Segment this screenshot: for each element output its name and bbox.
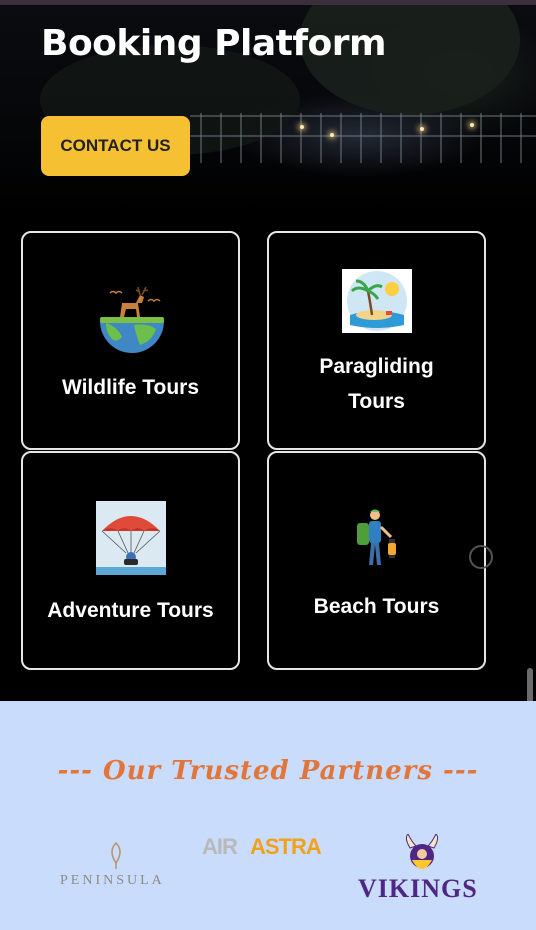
peninsula-emblem-icon	[111, 841, 121, 869]
partner-logo-text: PENINSULA	[60, 873, 165, 888]
fence	[190, 113, 536, 163]
deer-globe-icon	[96, 283, 168, 355]
cursor-indicator	[469, 545, 493, 569]
card-beach-tours[interactable]: Beach Tours	[267, 451, 486, 670]
partners-section: --- Our Trusted Partners --- PENINSULA A…	[0, 701, 536, 930]
partner-logo-vikings[interactable]: VIKINGS	[358, 834, 478, 904]
card-label: Tours	[348, 390, 405, 413]
night-light	[330, 133, 334, 137]
partner-logo-airastra[interactable]: AIR ASTRA	[202, 834, 334, 864]
night-light	[420, 127, 424, 131]
partner-logo-text-astra: ASTRA	[250, 834, 322, 859]
night-light	[470, 123, 474, 127]
hiker-icon	[351, 507, 407, 567]
card-adventure-tours[interactable]: Adventure Tours	[21, 451, 240, 670]
parachute-icon	[96, 501, 166, 575]
card-label: Paragliding	[319, 355, 434, 378]
contact-us-button[interactable]: CONTACT US	[41, 116, 190, 176]
page-title: Booking Platform	[41, 23, 387, 64]
tour-cards: Wildlife Tours Paragliding Tours Adventu…	[0, 215, 536, 701]
card-label: Adventure Tours	[47, 599, 214, 622]
hero-banner: Booking Platform CONTACT US	[0, 5, 536, 215]
card-label: Wildlife Tours	[61, 376, 200, 399]
card-wildlife-tours[interactable]: Wildlife Tours	[21, 231, 240, 450]
card-label: Beach Tours	[313, 595, 440, 618]
partner-logo-peninsula[interactable]: PENINSULA	[56, 841, 176, 891]
card-paragliding-tours[interactable]: Paragliding Tours	[267, 231, 486, 450]
partners-title: --- Our Trusted Partners ---	[57, 756, 479, 786]
night-light	[300, 125, 304, 129]
partner-logo-text-air: AIR	[202, 834, 238, 859]
partner-logo-text: VIKINGS	[358, 874, 478, 903]
viking-head-icon	[405, 834, 439, 869]
palm-island-icon	[342, 269, 412, 333]
